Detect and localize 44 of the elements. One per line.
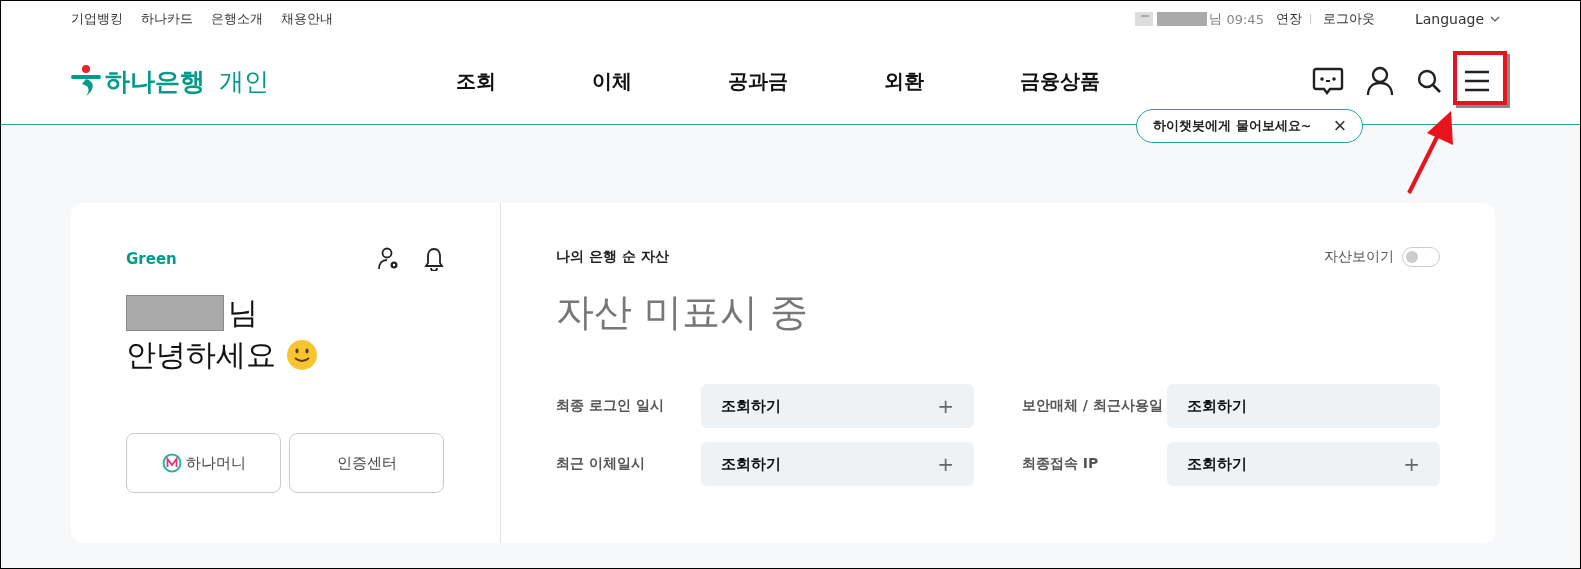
assets-title: 나의 은행 순 자산 — [556, 248, 669, 266]
chatbot-icon[interactable] — [1312, 66, 1344, 96]
info-label: 최종접속 IP — [1022, 455, 1100, 473]
info-label: 최종 로그인 일시 — [556, 397, 665, 415]
nav-menu-item[interactable]: 금융상품 — [1020, 67, 1100, 95]
utility-link[interactable]: 하나카드 — [141, 10, 193, 28]
user-settings-icon[interactable] — [378, 247, 400, 271]
info-label: 최근 이체일시 — [556, 455, 646, 473]
session-user: 님 — [1209, 10, 1223, 28]
money-logo-icon — [161, 453, 182, 473]
user-name-suffix: 님 — [228, 295, 258, 331]
nav-menu-item[interactable]: 이체 — [592, 67, 632, 95]
profile-button[interactable]: 하나머니 — [126, 433, 281, 493]
lookup-button[interactable]: 조회하기 + — [701, 442, 974, 486]
bell-icon[interactable] — [424, 247, 444, 271]
user-icon[interactable] — [1366, 66, 1394, 96]
nav-menu-item[interactable]: 외환 — [884, 67, 924, 95]
lookup-button[interactable]: 조회하기 — [1167, 384, 1440, 428]
highlight-frame — [1453, 51, 1507, 105]
smile-icon — [286, 339, 318, 371]
greeting-text: 안녕하세요 — [126, 337, 276, 373]
info-label: 보안매체 / 최근사용일 — [1022, 397, 1164, 415]
menu-icon[interactable] — [1464, 70, 1490, 92]
search-icon[interactable] — [1416, 68, 1442, 94]
utility-link[interactable]: 채용안내 — [281, 10, 333, 28]
logout-link[interactable]: 로그아웃 — [1322, 10, 1375, 28]
utility-link[interactable]: 기업뱅킹 — [71, 10, 123, 28]
toggle-label: 자산보이기 — [1324, 248, 1394, 266]
language-select[interactable]: Language — [1414, 11, 1500, 27]
lookup-button[interactable]: 조회하기 + — [1167, 442, 1440, 486]
extend-link[interactable]: 연장 — [1275, 10, 1302, 28]
membership-grade: Green — [126, 250, 177, 268]
lookup-button[interactable]: 조회하기 + — [701, 384, 974, 428]
redacted-name — [1157, 12, 1208, 26]
utility-link[interactable]: 은행소개 — [211, 10, 263, 28]
nav-menu-item[interactable]: 조회 — [456, 67, 496, 95]
close-button[interactable]: × — [1333, 116, 1347, 136]
session-time: 09:45 — [1226, 11, 1264, 27]
tooltip-text: 하이챗봇에게 물어보세요~ — [1153, 117, 1312, 135]
assets-status: 자산 미표시 중 — [556, 289, 810, 336]
avatar-icon — [1135, 12, 1154, 26]
chevron-down-icon — [1490, 16, 1500, 22]
profile-button[interactable]: 인증센터 — [289, 433, 444, 493]
nav-menu-item[interactable]: 공과금 — [728, 67, 788, 95]
